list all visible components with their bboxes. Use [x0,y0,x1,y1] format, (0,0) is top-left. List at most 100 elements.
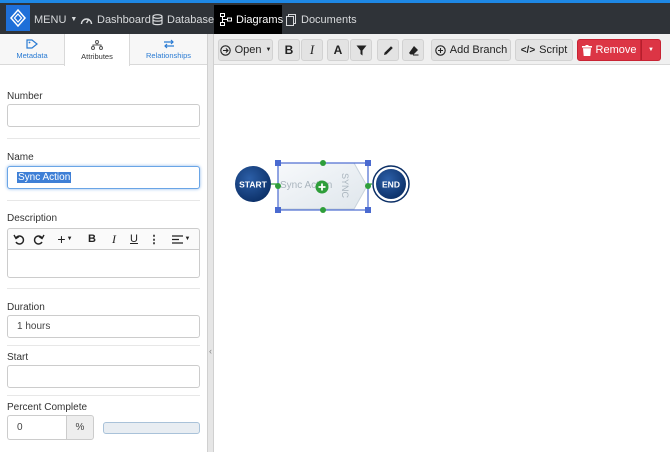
diagram-svg: START Sync Action SYNC END [235,160,410,213]
undo-button[interactable] [11,229,27,249]
name-label: Name [7,152,34,163]
nav-diagrams-label: Diagrams [236,13,284,26]
name-input-value: Sync Action [17,172,72,183]
divider [7,200,200,201]
tab-relationships[interactable]: Relationships [130,34,207,65]
script-button[interactable]: </> Script [515,39,573,61]
sync-tag-label: SYNC [340,173,350,199]
number-input[interactable] [7,104,200,127]
start-node[interactable]: START [235,166,271,202]
nav-diagrams[interactable]: Diagrams [214,5,284,34]
tab-metadata[interactable]: Metadata [0,34,64,65]
divider [7,345,200,346]
start-input[interactable] [7,365,200,388]
connection-point[interactable] [275,183,281,189]
remove-dropdown-button[interactable]: ▼ [641,39,661,61]
caret-down-icon: ▼ [70,16,78,23]
nav-documents[interactable]: Documents [286,5,357,34]
open-button[interactable]: Open ▼ [218,39,273,61]
resize-handle[interactable] [275,160,281,166]
nav-dashboard-label: Dashboard [97,13,151,26]
bold-icon: B [88,233,96,245]
nav-documents-label: Documents [301,13,357,26]
vertical-dots-icon: ⋮ [148,233,160,246]
duration-input[interactable]: 1 hours [7,315,200,338]
undo-icon [13,234,25,245]
caret-down-icon: ▼ [66,236,73,242]
connection-point[interactable] [320,207,326,213]
resize-handle[interactable] [365,207,371,213]
description-label: Description [7,213,58,224]
nav-database[interactable]: Database [152,5,214,34]
connection-point[interactable] [365,183,371,189]
align-dropdown-button[interactable]: ▼ [168,229,194,249]
open-button-label: Open [234,44,262,56]
nav-dashboard[interactable]: Dashboard [80,5,151,34]
end-node[interactable]: END [372,165,410,203]
menu-label: MENU [34,13,67,26]
number-label: Number [7,91,43,102]
insert-dropdown-button[interactable]: + ▼ [53,229,77,249]
pencil-button[interactable] [377,39,399,61]
trash-icon [581,44,592,56]
code-icon: </> [520,44,536,56]
align-left-icon [171,234,183,244]
circle-plus-icon [435,44,446,56]
add-branch-button[interactable]: Add Branch [431,39,511,61]
documents-icon [286,13,296,26]
caret-down-icon: ▼ [184,236,191,242]
underline-button[interactable]: U [127,229,141,249]
panel-tabs: Metadata Attributes Relationships [0,34,207,66]
resize-handle[interactable] [275,207,281,213]
eraser-icon [408,45,418,55]
database-icon [152,13,163,25]
diagram-canvas[interactable]: START Sync Action SYNC END [214,65,670,452]
percent-progress-bar [103,422,200,434]
tab-relationships-label: Relationships [145,51,192,60]
logo-diamond-icon [10,9,26,27]
remove-label: Remove [595,44,637,56]
description-editor[interactable] [7,249,200,278]
name-input[interactable]: Sync Action [7,166,200,189]
top-navbar: MENU ▼ Dashboard Database Diagrams Docum… [0,0,670,34]
font-button[interactable]: A [327,39,349,61]
italic-button[interactable]: I [301,39,323,61]
attributes-panel: Metadata Attributes Relationships Number… [0,34,207,452]
resize-handle[interactable] [365,160,371,166]
divider [7,395,200,396]
diagram-toolbar: Open ▼ B I A Add Branch </> Script Remov… [214,34,670,65]
add-branch-label: Add Branch [449,44,508,56]
underline-icon: U [130,233,138,245]
italic-icon: I [112,231,116,246]
tab-attributes[interactable]: Attributes [64,34,130,66]
end-node-label: END [382,180,400,190]
collapse-left-icon[interactable]: ‹ [209,346,212,356]
bold-icon: B [284,43,294,57]
add-branch-plus-icon[interactable] [315,180,329,194]
script-label: Script [539,44,568,56]
tab-metadata-label: Metadata [16,51,48,60]
diagram-icon [220,13,232,26]
remove-button[interactable]: Remove [577,39,641,61]
pencil-icon [383,45,393,55]
swap-icon [163,39,174,49]
panel-splitter[interactable]: ‹ [207,34,214,452]
funnel-icon [356,45,366,55]
percent-complete-label: Percent Complete [7,402,88,413]
menu-dropdown[interactable]: MENU ▼ [34,5,77,34]
redo-icon [33,234,45,245]
tag-icon [26,39,38,49]
more-button[interactable]: ⋮ [148,229,160,249]
eraser-button[interactable] [402,39,424,61]
bold-button[interactable]: B [278,39,300,61]
italic-button[interactable]: I [107,229,121,249]
bold-button[interactable]: B [85,229,99,249]
filter-button[interactable] [350,39,372,61]
connection-point[interactable] [320,160,326,166]
redo-button[interactable] [31,229,47,249]
percent-complete-input[interactable]: 0 [7,415,66,440]
italic-icon: I [309,42,315,57]
tab-attributes-label: Attributes [81,51,113,61]
font-icon: A [333,43,343,57]
app-logo[interactable] [6,5,30,31]
